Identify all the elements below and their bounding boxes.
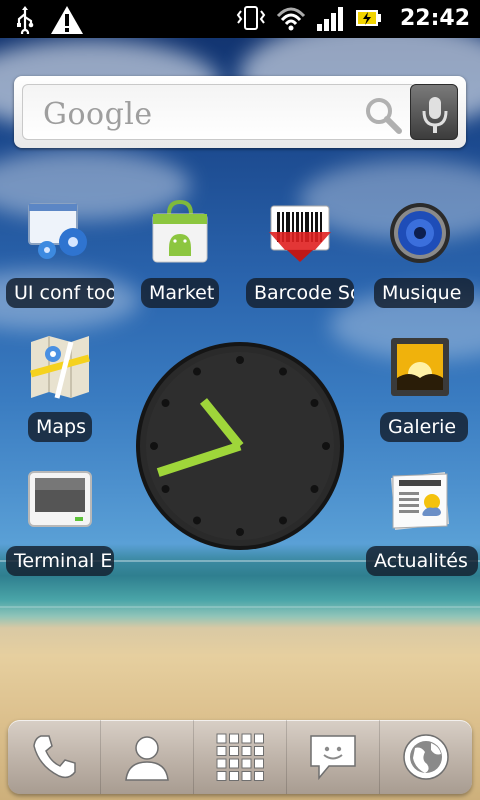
grid-dot [241,771,252,781]
google-search-widget[interactable]: Google [14,76,466,148]
messaging-icon [310,735,356,781]
phone-icon [33,735,76,779]
grid-dot [229,771,239,781]
music-icon [390,203,450,263]
grid-dot [254,746,264,756]
dock-phone-button[interactable] [8,720,101,794]
app-barcode-scanner[interactable]: Barcode Sc [240,200,360,320]
app-drawer-icon [216,733,264,781]
grid-dot [229,746,239,756]
warning-icon [51,6,83,34]
battery-charging-icon [355,10,381,26]
grid-dot [241,733,252,744]
status-bar-time: 22:42 [399,5,470,31]
voice-search-button[interactable] [410,84,458,140]
app-label: Musique [374,278,474,308]
terminal-icon [28,471,92,527]
grid-dot [254,771,264,781]
grid-dot [254,758,264,769]
clock-hour-mark [322,442,330,450]
clock-hour-mark [310,399,319,407]
app-label: Maps [28,412,92,442]
app-label: Galerie [380,412,468,442]
grid-dot [216,758,227,769]
clock-hour-mark [161,399,170,407]
usb-icon [17,6,34,34]
ui-config-icon [28,203,87,259]
dock-browser-button[interactable] [380,720,472,794]
dock-contacts-button[interactable] [101,720,194,794]
barcode-scanner-icon [269,205,331,262]
clock-hour-mark [193,516,201,525]
app-label: Terminal E [6,546,114,576]
app-galerie[interactable]: Galerie [360,334,480,454]
browser-icon [403,734,449,780]
grid-dot [216,733,227,744]
app-label: Actualités [366,546,478,576]
clock-hour-mark [150,442,158,450]
clock-hour-mark [236,356,244,364]
grid-dot [254,733,264,744]
vibrate-icon [236,6,266,30]
app-ui-conf-tool[interactable]: UI conf too [0,200,120,320]
clock-hour-mark [193,367,201,376]
app-musique[interactable]: Musique [360,200,480,320]
grid-dot [216,746,227,756]
dock-messaging-button[interactable] [287,720,380,794]
search-icon[interactable] [363,95,403,135]
clock-hour-mark [279,516,287,525]
grid-dot [229,733,239,744]
wifi-icon [276,7,306,31]
mic-icon [422,97,448,133]
maps-icon [30,336,90,399]
grid-dot [229,758,239,769]
grid-dot [241,746,252,756]
clock-hour-mark [279,367,287,376]
signal-icon [316,7,343,31]
app-terminal-emulator[interactable]: Terminal E [0,468,120,588]
status-bar: 22:42 [0,0,480,38]
google-logo-text: Google [43,97,153,132]
contacts-icon [125,736,169,781]
app-market[interactable]: Market [120,200,240,320]
dock-app-drawer-button[interactable] [194,720,287,794]
market-icon [152,200,208,263]
clock-hour-mark [310,485,319,493]
app-actualites[interactable]: Actualités [360,468,480,588]
clock-hour-mark [236,528,244,536]
news-icon [391,472,449,530]
grid-dot [216,771,227,781]
grid-dot [241,758,252,769]
app-label: Market [141,278,219,308]
search-field[interactable]: Google [22,84,416,140]
clock-hour-mark [161,485,170,493]
gallery-icon [391,338,449,396]
analog-clock-widget[interactable] [134,340,346,552]
dock-bar [8,720,472,794]
app-label: UI conf too [6,278,114,308]
app-maps[interactable]: Maps [0,334,120,454]
app-label: Barcode Sc [246,278,354,308]
